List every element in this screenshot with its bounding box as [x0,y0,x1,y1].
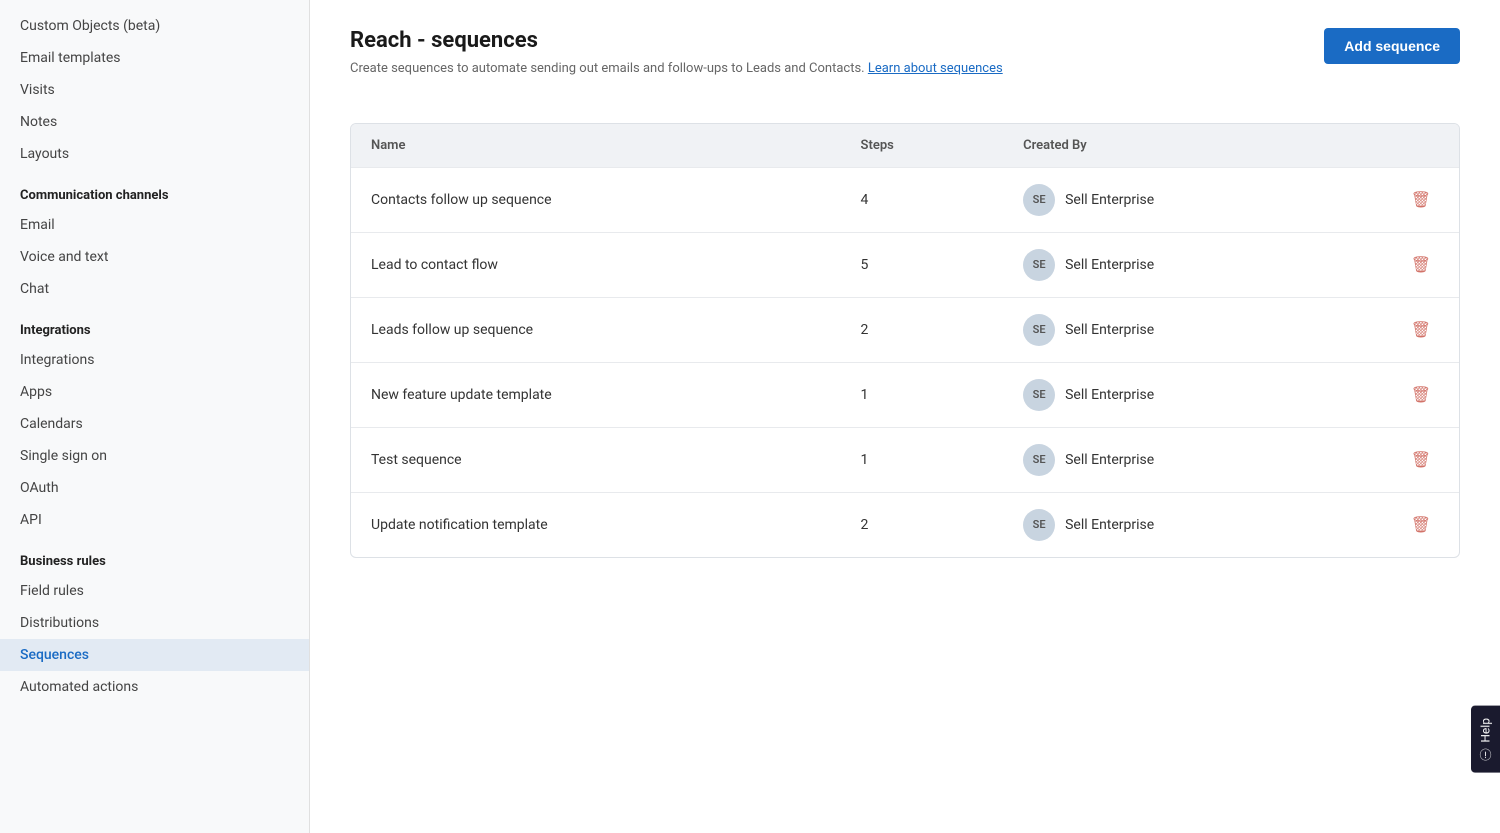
sidebar-item-custom-objects-beta[interactable]: Custom Objects (beta) [0,10,309,42]
creator-name: Sell Enterprise [1065,387,1154,403]
help-tab[interactable]: ⓘ Help [1471,706,1500,773]
cell-action: 🗑 [1383,492,1459,557]
table-body: Contacts follow up sequence4 SE Sell Enter… [351,167,1459,557]
cell-created-by: SE Sell Enterprise [1003,297,1383,362]
table-header-row: Name Steps Created By [351,124,1459,168]
cell-action: 🗑 [1383,167,1459,232]
avatar: SE [1023,249,1055,281]
sidebar: Custom Objects (beta)Email templatesVisi… [0,0,310,833]
cell-created-by: SE Sell Enterprise [1003,492,1383,557]
cell-steps: 2 [841,492,1004,557]
sidebar-item-calendars[interactable]: Calendars [0,408,309,440]
sidebar-item-email-templates[interactable]: Email templates [0,42,309,74]
avatar: SE [1023,509,1055,541]
col-header-created-by: Created By [1003,124,1383,168]
sidebar-item-automated-actions[interactable]: Automated actions [0,671,309,703]
cell-created-by: SE Sell Enterprise [1003,362,1383,427]
sidebar-item-email[interactable]: Email [0,209,309,241]
cell-steps: 4 [841,167,1004,232]
cell-sequence-name: Lead to contact flow [351,232,841,297]
delete-sequence-button[interactable]: 🗑 [1403,446,1439,474]
cell-action: 🗑 [1383,427,1459,492]
sidebar-item-single-sign-on[interactable]: Single sign on [0,440,309,472]
sidebar-section-header-3: Business rules [0,536,309,575]
cell-created-by: SE Sell Enterprise [1003,167,1383,232]
table-row[interactable]: Test sequence1 SE Sell Enterprise 🗑 [351,427,1459,492]
creator-name: Sell Enterprise [1065,452,1154,468]
sequences-table-container: Name Steps Created By Contacts follow up… [350,123,1460,558]
cell-action: 🗑 [1383,232,1459,297]
cell-sequence-name: Test sequence [351,427,841,492]
cell-created-by: SE Sell Enterprise [1003,232,1383,297]
subtitle-text: Create sequences to automate sending out… [350,61,865,76]
sequences-table: Name Steps Created By Contacts follow up… [351,124,1459,557]
table-row[interactable]: Lead to contact flow5 SE Sell Enterprise 🗑 [351,232,1459,297]
sidebar-item-integrations[interactable]: Integrations [0,344,309,376]
cell-sequence-name: Leads follow up sequence [351,297,841,362]
avatar: SE [1023,379,1055,411]
col-header-name: Name [351,124,841,168]
learn-link[interactable]: Learn about sequences [868,61,1003,76]
cell-sequence-name: New feature update template [351,362,841,427]
page-title: Reach - sequences [350,28,1003,53]
delete-sequence-button[interactable]: 🗑 [1403,251,1439,279]
main-content: Reach - sequences Create sequences to au… [310,0,1500,833]
sidebar-item-voice-and-text[interactable]: Voice and text [0,241,309,273]
page-header: Reach - sequences Create sequences to au… [350,28,1003,103]
cell-created-by: SE Sell Enterprise [1003,427,1383,492]
creator-name: Sell Enterprise [1065,322,1154,338]
delete-sequence-button[interactable]: 🗑 [1403,511,1439,539]
sidebar-item-oauth[interactable]: OAuth [0,472,309,504]
cell-sequence-name: Contacts follow up sequence [351,167,841,232]
cell-action: 🗑 [1383,297,1459,362]
sidebar-item-visits[interactable]: Visits [0,74,309,106]
sidebar-item-field-rules[interactable]: Field rules [0,575,309,607]
sidebar-item-chat[interactable]: Chat [0,273,309,305]
cell-steps: 2 [841,297,1004,362]
cell-steps: 1 [841,362,1004,427]
cell-sequence-name: Update notification template [351,492,841,557]
sidebar-section-header-2: Integrations [0,305,309,344]
delete-sequence-button[interactable]: 🗑 [1403,316,1439,344]
creator-name: Sell Enterprise [1065,517,1154,533]
table-row[interactable]: Update notification template2 SE Sell Ente… [351,492,1459,557]
table-row[interactable]: New feature update template1 SE Sell Enter… [351,362,1459,427]
sidebar-item-distributions[interactable]: Distributions [0,607,309,639]
page-subtitle: Create sequences to automate sending out… [350,59,1003,79]
cell-steps: 1 [841,427,1004,492]
sidebar-item-api[interactable]: API [0,504,309,536]
help-icon: ⓘ [1477,749,1494,761]
cell-steps: 5 [841,232,1004,297]
avatar: SE [1023,314,1055,346]
add-sequence-button[interactable]: Add sequence [1324,28,1460,64]
cell-action: 🗑 [1383,362,1459,427]
sidebar-item-layouts[interactable]: Layouts [0,138,309,170]
sidebar-item-notes[interactable]: Notes [0,106,309,138]
avatar: SE [1023,184,1055,216]
delete-sequence-button[interactable]: 🗑 [1403,186,1439,214]
table-row[interactable]: Leads follow up sequence2 SE Sell Enterpri… [351,297,1459,362]
help-label: Help [1479,718,1493,743]
avatar: SE [1023,444,1055,476]
sidebar-item-sequences[interactable]: Sequences [0,639,309,671]
delete-sequence-button[interactable]: 🗑 [1403,381,1439,409]
table-row[interactable]: Contacts follow up sequence4 SE Sell Enter… [351,167,1459,232]
sidebar-item-apps[interactable]: Apps [0,376,309,408]
col-header-action [1383,124,1459,168]
creator-name: Sell Enterprise [1065,257,1154,273]
col-header-steps: Steps [841,124,1004,168]
sidebar-section-header-1: Communication channels [0,170,309,209]
creator-name: Sell Enterprise [1065,192,1154,208]
